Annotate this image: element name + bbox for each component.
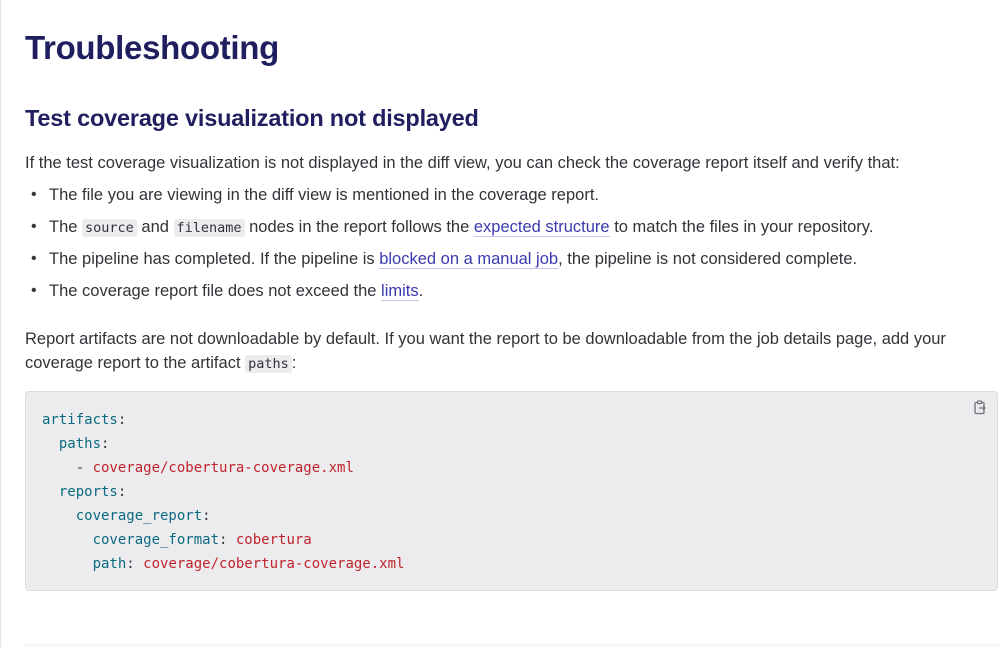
- bottom-divider: [25, 640, 1000, 647]
- list-item-text: The: [49, 218, 83, 236]
- list-item-text: .: [418, 282, 424, 300]
- bullet-icon: •: [31, 282, 37, 299]
- copy-to-clipboard-icon[interactable]: [971, 399, 989, 417]
- code-block[interactable]: artifacts: paths: - coverage/cobertura-c…: [25, 391, 998, 591]
- code-string: coverage/cobertura-coverage.xml: [143, 556, 405, 572]
- code-key: artifacts: [42, 412, 118, 428]
- list-item: • The coverage report file does not exce…: [25, 279, 873, 311]
- code-key: coverage_report: [75, 508, 203, 524]
- page-title: Troubleshooting: [25, 29, 279, 66]
- inline-code-paths: paths: [245, 355, 292, 373]
- inline-code-source: source: [82, 219, 137, 237]
- list-item-text: The coverage report file does not exceed…: [49, 282, 382, 300]
- list-item-text: nodes in the report follows the: [244, 218, 474, 236]
- code-content: artifacts: paths: - coverage/cobertura-c…: [42, 412, 405, 572]
- section-title: Test coverage visualization not displaye…: [25, 105, 479, 131]
- list-item-text: The file you are viewing in the diff vie…: [49, 186, 599, 204]
- inline-code-filename: filename: [173, 219, 245, 237]
- list-item-text: The pipeline has completed. If the pipel…: [49, 250, 380, 268]
- code-key: reports: [58, 484, 118, 500]
- bullet-icon: •: [31, 218, 37, 235]
- code-string: cobertura: [235, 532, 312, 548]
- code-key: paths: [58, 436, 102, 452]
- artifacts-paragraph-tail: :: [291, 354, 297, 372]
- code-key: path: [92, 556, 127, 572]
- code-key: coverage_format: [92, 532, 220, 548]
- code-string: coverage/cobertura-coverage.xml: [92, 460, 354, 476]
- list-item-text: and: [136, 218, 174, 236]
- list-item: • The pipeline has completed. If the pip…: [25, 247, 873, 279]
- page-left-border: [0, 0, 1, 647]
- blocked-manual-job-link[interactable]: blocked on a manual job: [379, 250, 559, 269]
- verification-list: • The file you are viewing in the diff v…: [25, 183, 873, 311]
- artifacts-paragraph: Report artifacts are not downloadable by…: [25, 327, 985, 376]
- list-item-text: , the pipeline is not considered complet…: [558, 250, 858, 268]
- limits-link[interactable]: limits: [381, 282, 419, 301]
- list-item: • The source and filename nodes in the r…: [25, 215, 873, 247]
- intro-paragraph: If the test coverage visualization is no…: [25, 154, 900, 172]
- expected-structure-link[interactable]: expected structure: [473, 218, 610, 237]
- list-item: • The file you are viewing in the diff v…: [25, 183, 873, 215]
- artifacts-paragraph-text: Report artifacts are not downloadable by…: [25, 330, 946, 372]
- bullet-icon: •: [31, 186, 37, 203]
- bullet-icon: •: [31, 250, 37, 267]
- list-item-text: to match the files in your repository.: [609, 218, 874, 236]
